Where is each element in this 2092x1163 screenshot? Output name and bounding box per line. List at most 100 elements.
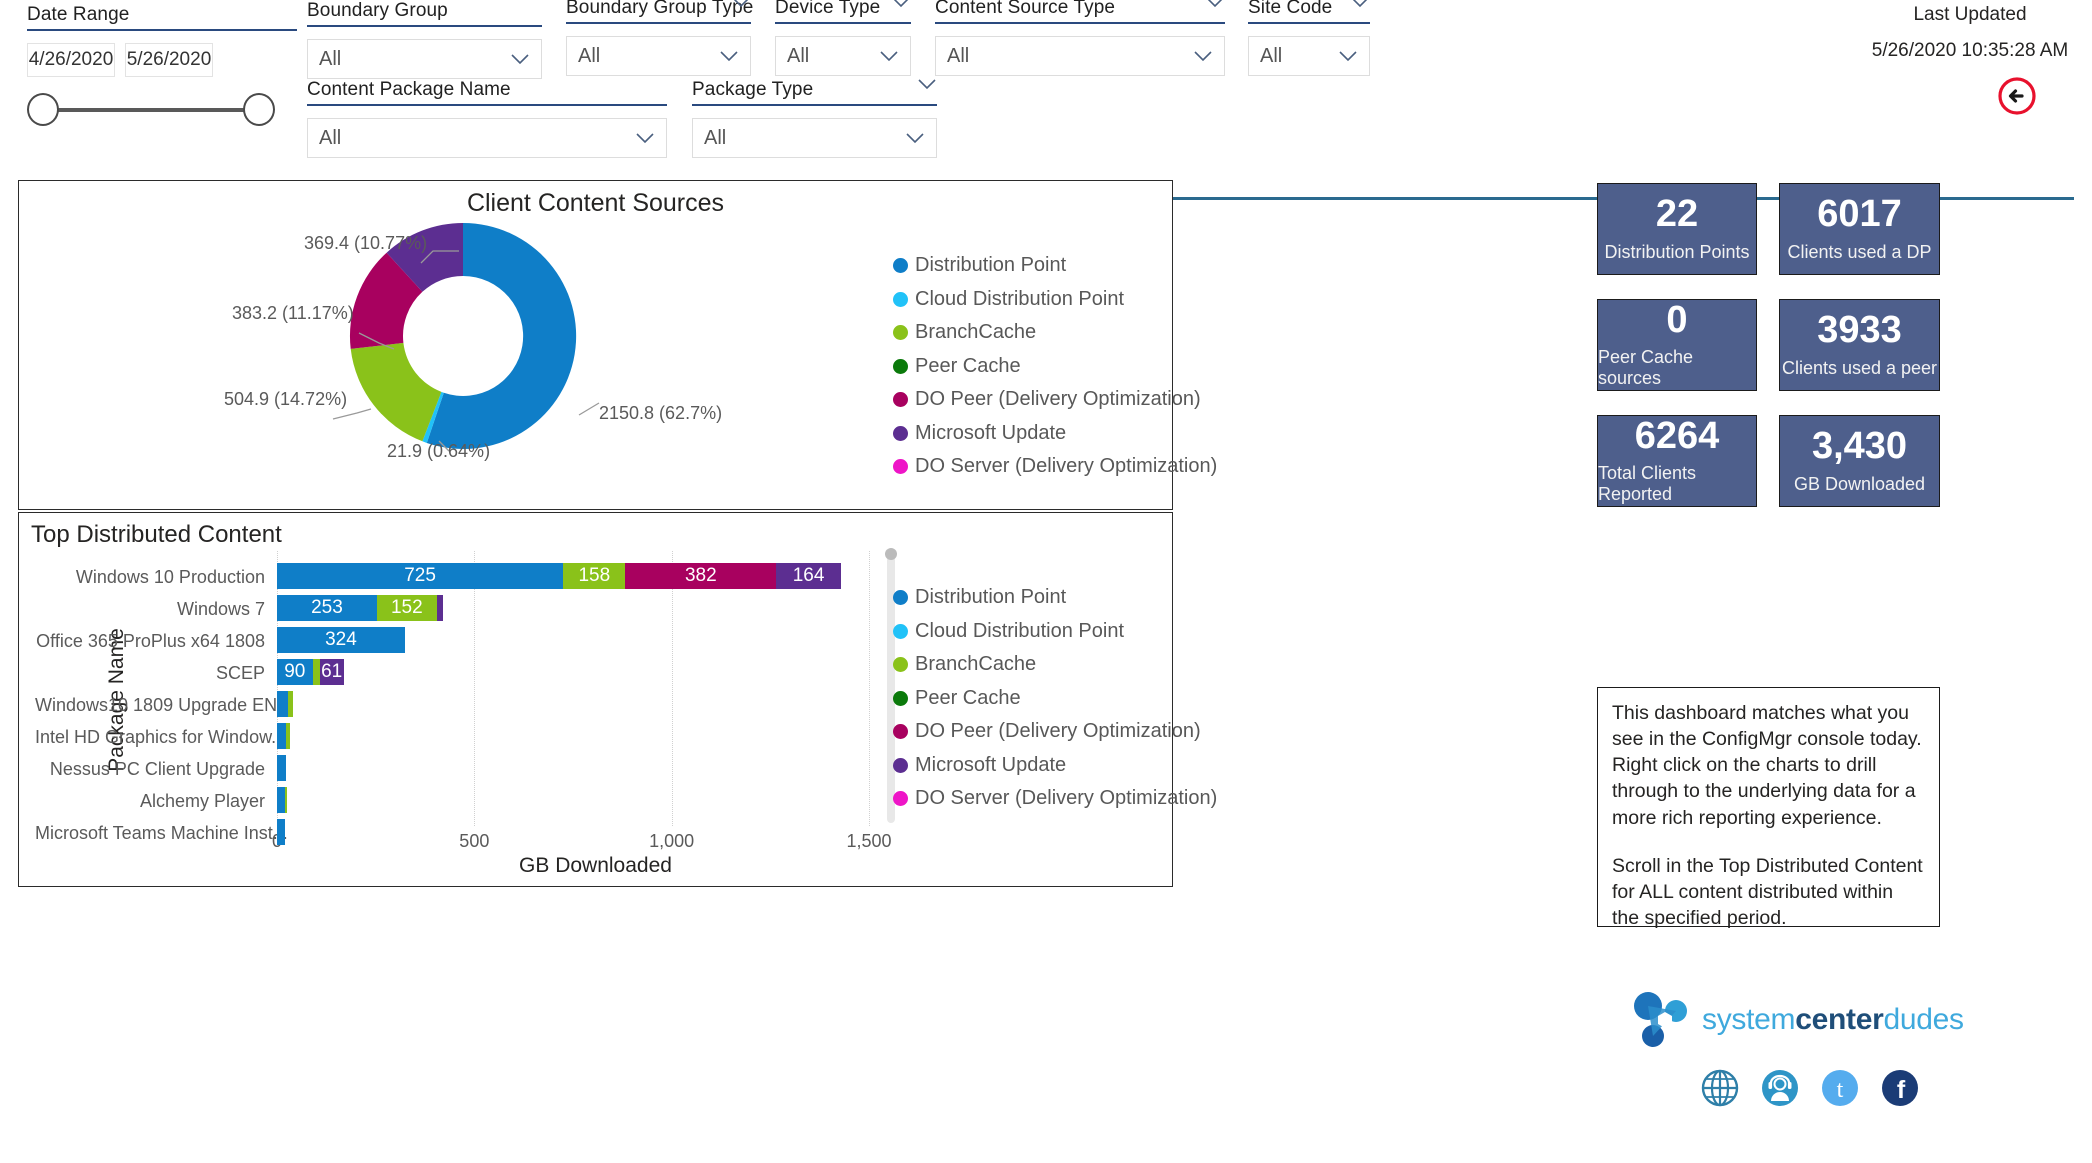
legend-item[interactable]: DO Server (Delivery Optimization) (893, 455, 1217, 478)
bar-row[interactable]: 324 (277, 627, 405, 653)
chevron-down-icon[interactable] (891, 0, 911, 13)
bar-row[interactable] (277, 787, 288, 813)
bar-segment[interactable] (277, 819, 285, 845)
top-distributed-content-card[interactable]: Top Distributed Content Package Name GB … (18, 512, 1217, 887)
bar-segment[interactable]: 382 (625, 563, 777, 589)
bar-segment[interactable]: 324 (277, 627, 405, 653)
facebook-icon[interactable]: f (1880, 1068, 1920, 1113)
chevron-down-icon[interactable] (1350, 0, 1370, 13)
slicer-dropdown-boundary-group[interactable]: All (307, 39, 542, 79)
slicer-label-package-type: Package Type (692, 79, 814, 100)
kpi-gb-downloaded[interactable]: 3,430 GB Downloaded (1779, 415, 1940, 507)
slicer-boundary-group-type[interactable]: Boundary Group Type All (566, 0, 753, 76)
slicer-boundary-group[interactable]: Boundary Group All (307, 0, 542, 79)
bar-segment[interactable]: 164 (776, 563, 841, 589)
chevron-down-icon[interactable] (1193, 50, 1213, 62)
slicer-dropdown-device-type[interactable]: All (775, 36, 911, 76)
bar-segment[interactable] (277, 787, 285, 813)
back-arrow-icon[interactable] (1997, 76, 2037, 116)
chevron-down-icon[interactable] (879, 50, 899, 62)
slicer-date-range[interactable]: Date Range 4/26/2020 5/26/2020 (27, 4, 297, 127)
legend-item[interactable]: Distribution Point (893, 254, 1217, 277)
twitter-icon[interactable]: t (1820, 1068, 1860, 1113)
chevron-down-icon[interactable] (1205, 0, 1225, 13)
legend-item[interactable]: Distribution Point (893, 586, 1217, 609)
bar-row[interactable]: 253 152 (277, 595, 444, 621)
slicer-content-package-name[interactable]: Content Package Name All (307, 79, 667, 158)
legend-item[interactable]: Cloud Distribution Point (893, 620, 1217, 643)
slicer-dropdown-boundary-group-type[interactable]: All (566, 36, 751, 76)
legend-item[interactable]: Cloud Distribution Point (893, 288, 1217, 311)
kpi-clients-used-dp[interactable]: 6017 Clients used a DP (1779, 183, 1940, 275)
slicer-package-type[interactable]: Package Type All (692, 79, 937, 158)
donut-legend[interactable]: Distribution Point Cloud Distribution Po… (893, 254, 1217, 489)
scrollbar-thumb[interactable] (885, 548, 897, 560)
bar-segment[interactable]: 253 (277, 595, 377, 621)
bar-segment[interactable]: 152 (376, 595, 437, 621)
bar-row[interactable] (277, 819, 285, 845)
filter-bar: Date Range 4/26/2020 5/26/2020 Boundary … (0, 0, 2092, 200)
legend-item[interactable]: DO Peer (Delivery Optimization) (893, 720, 1217, 743)
bar-segment[interactable] (285, 723, 290, 749)
chevron-down-icon[interactable] (917, 77, 937, 95)
kpi-clients-used-peer[interactable]: 3933 Clients used a peer (1779, 299, 1940, 391)
kpi-value: 6264 (1634, 414, 1720, 457)
chevron-down-icon[interactable] (1338, 50, 1358, 62)
slider-handle-right[interactable] (243, 93, 275, 126)
bar-segment[interactable] (277, 691, 289, 717)
legend-label: Cloud Distribution Point (915, 619, 1124, 642)
bar-row[interactable] (277, 755, 286, 781)
chevron-down-icon[interactable] (731, 0, 751, 13)
kpi-total-clients-reported[interactable]: 6264 Total Clients Reported (1597, 415, 1757, 507)
bar-segment[interactable]: 725 (277, 563, 564, 589)
website-icon[interactable] (1700, 1068, 1740, 1113)
legend-item[interactable]: Peer Cache (893, 687, 1217, 710)
slicer-site-code[interactable]: Site Code All (1248, 0, 1370, 76)
client-content-sources-card[interactable]: Client Content Sources 369.4 (10.77%) 38… (18, 180, 1217, 510)
chevron-down-icon[interactable] (635, 132, 655, 144)
bar-segment[interactable]: 61 (319, 659, 344, 685)
slicer-dropdown-package-type[interactable]: All (692, 118, 937, 158)
bar-segment[interactable] (312, 659, 320, 685)
kpi-distribution-points[interactable]: 22 Distribution Points (1597, 183, 1757, 275)
support-icon[interactable] (1760, 1068, 1800, 1113)
bar-segment[interactable]: 90 (277, 659, 313, 685)
slicer-device-type[interactable]: Device Type All (775, 0, 911, 76)
slicer-underline (692, 104, 937, 106)
bar-segment[interactable] (436, 595, 444, 621)
legend-item[interactable]: DO Peer (Delivery Optimization) (893, 388, 1217, 411)
bar-row[interactable] (277, 723, 290, 749)
systemcenterdudes-logo[interactable]: systemcenterdudes (1630, 990, 1990, 1050)
legend-item[interactable]: BranchCache (893, 321, 1217, 344)
bar-legend[interactable]: Distribution Point Cloud Distribution Po… (893, 586, 1217, 821)
slicer-dropdown-site-code[interactable]: All (1248, 36, 1370, 76)
kpi-peer-cache-sources[interactable]: 0 Peer Cache sources (1597, 299, 1757, 391)
donut-label-branchcache: 504.9 (14.72%) (224, 389, 348, 409)
slicer-dropdown-content-package-name[interactable]: All (307, 118, 667, 158)
bar-segment[interactable] (277, 723, 286, 749)
bar-row[interactable] (277, 691, 293, 717)
chevron-down-icon[interactable] (510, 53, 530, 65)
bar-row[interactable]: 725 158 382 164 (277, 563, 841, 589)
bar-segment[interactable] (284, 787, 288, 813)
legend-item[interactable]: DO Server (Delivery Optimization) (893, 787, 1217, 810)
chevron-down-icon[interactable] (905, 132, 925, 144)
legend-item[interactable]: BranchCache (893, 653, 1217, 676)
bar-segment[interactable] (288, 691, 293, 717)
date-range-slider[interactable] (27, 93, 275, 127)
bar-segment[interactable]: 158 (563, 563, 626, 589)
date-start-input[interactable]: 4/26/2020 (27, 43, 115, 77)
slider-handle-left[interactable] (27, 93, 59, 126)
kpi-value: 0 (1666, 298, 1688, 341)
bar-segment[interactable] (277, 755, 286, 781)
slicer-content-source-type[interactable]: Content Source Type All (935, 0, 1225, 76)
bar-row[interactable]: 90 61 (277, 659, 344, 685)
social-links[interactable]: t f (1700, 1068, 1920, 1113)
legend-item[interactable]: Microsoft Update (893, 754, 1217, 777)
legend-item[interactable]: Peer Cache (893, 355, 1217, 378)
legend-item[interactable]: Microsoft Update (893, 422, 1217, 445)
slicer-dropdown-content-source-type[interactable]: All (935, 36, 1225, 76)
x-axis-tick-label: 1,000 (649, 831, 695, 851)
date-end-input[interactable]: 5/26/2020 (125, 43, 213, 77)
chevron-down-icon[interactable] (719, 50, 739, 62)
